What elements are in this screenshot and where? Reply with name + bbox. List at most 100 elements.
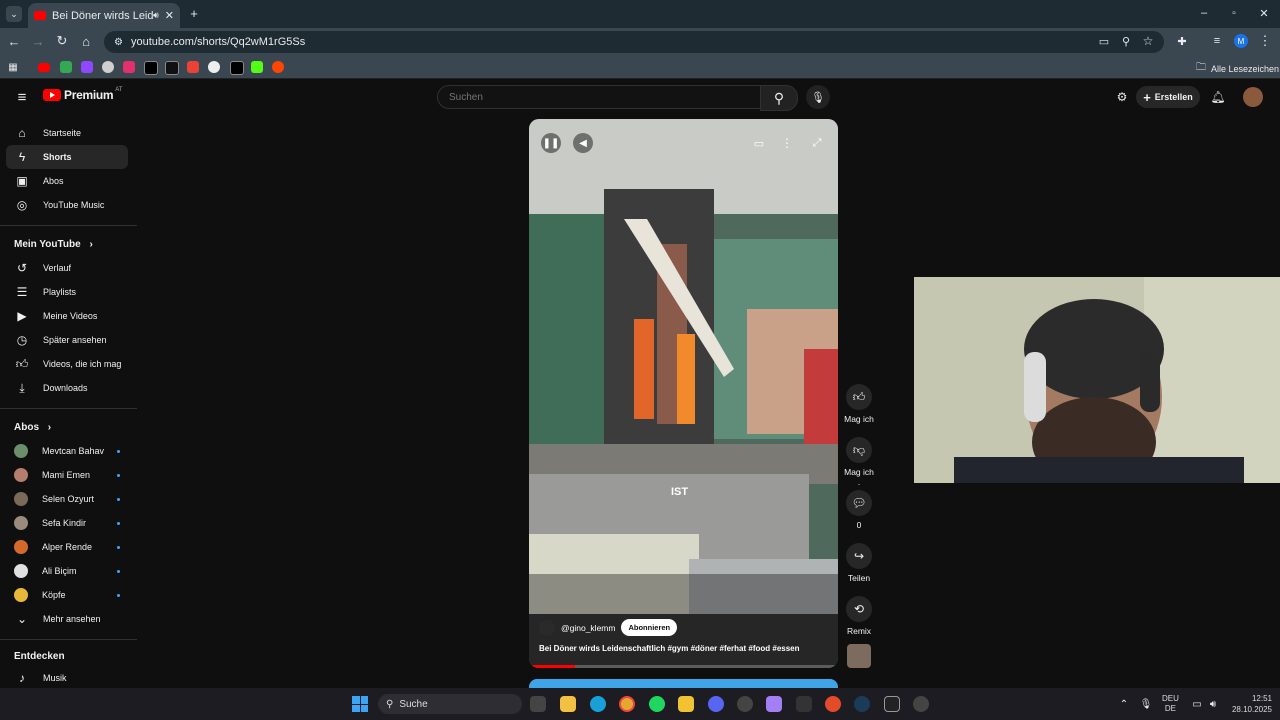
taskbar-search[interactable]: ⚲ Suche [378,694,522,714]
account-avatar[interactable] [1243,87,1263,107]
share-action[interactable]: ↪ Teilen [843,543,875,583]
bookmark-instagram-icon[interactable] [123,61,135,73]
edge-icon[interactable] [590,696,606,712]
bookmark-youtube-icon[interactable] [38,63,50,72]
subscription-item[interactable]: Alper Rende [6,535,128,559]
sidebar-item-playlists[interactable]: ☰ Playlists [6,280,128,304]
zoom-icon[interactable]: ⚲ [1119,34,1133,48]
media-controls-icon[interactable]: ≡ [1210,34,1224,48]
more-options-icon[interactable]: ⋮ [777,133,797,153]
minimize-button[interactable]: – [1196,5,1212,21]
thumb-up-icon[interactable]: 👍︎ [846,384,872,410]
volume-tray-icon[interactable]: 🔊︎ [1206,697,1220,711]
new-tab-button[interactable]: + [186,5,202,21]
comment-icon[interactable]: 💬︎ [846,490,872,516]
search-button[interactable]: ⚲ [760,85,798,111]
forward-icon[interactable]: → [30,33,46,49]
notifications-bell-icon[interactable]: 🔔︎ [1210,89,1226,105]
sidebar-item-shorts[interactable]: ϟ Shorts [6,145,128,169]
comments-action[interactable]: 💬︎ 0 [843,490,875,530]
hamburger-menu-icon[interactable]: ≡ [14,89,30,106]
input-language[interactable]: DEU DE [1162,694,1179,714]
sidebar-item-verlauf[interactable]: ↺ Verlauf [6,256,128,280]
tab-search-icon[interactable]: ⌄ [6,6,22,22]
fullscreen-icon[interactable]: ⤢ [807,133,827,153]
epic-games-icon[interactable] [884,696,900,712]
bookmark-slash-icon[interactable] [165,61,179,75]
channel-handle[interactable]: @gino_klemm [561,623,615,633]
chrome-icon[interactable] [619,696,635,712]
bookmark-reddit-icon[interactable] [272,61,284,73]
discord-icon[interactable] [708,696,724,712]
mein-youtube-heading[interactable]: Mein YouTube › [14,239,93,250]
next-short-preview[interactable] [529,679,838,688]
task-view-icon[interactable] [530,696,546,712]
start-button[interactable] [352,696,368,712]
all-bookmarks[interactable]: 🗀 Alle Lesezeichen [1196,60,1279,77]
youtube-logo[interactable]: Premium AT [43,87,123,102]
bookmark-x-icon[interactable] [144,61,158,75]
remix-icon[interactable]: ⟲ [846,596,872,622]
search-box[interactable] [437,85,761,109]
file-explorer-icon[interactable] [560,696,576,712]
microphone-icon[interactable]: 🎙︎ [1139,697,1153,711]
share-icon[interactable]: ↪ [846,543,872,569]
bookmark-game-icon[interactable] [102,61,114,73]
close-window-button[interactable]: ✕ [1256,5,1272,21]
steam-icon[interactable] [854,696,870,712]
subscription-item[interactable]: Mami Emen [6,463,128,487]
remix-action[interactable]: ⟲ Remix [843,596,875,636]
extensions-icon[interactable]: ✚ [1175,34,1189,48]
address-bar[interactable]: ⚙ youtube.com/shorts/Qq2wM1rG5Ss [104,31,1164,53]
spotify-icon[interactable] [649,696,665,712]
sidebar-item-meine-videos[interactable]: ▶ Meine Videos [6,304,128,328]
abos-heading[interactable]: Abos › [14,422,51,433]
back-icon[interactable]: ← [6,33,22,49]
bookmark-gmail-icon[interactable] [187,61,199,73]
tab-close-icon[interactable]: ✕ [165,9,174,22]
cast-icon[interactable]: ▭ [1097,34,1111,48]
bookmark-twitch-icon[interactable] [81,61,93,73]
subscription-item[interactable]: Ali Biçim [6,559,128,583]
bookmark-tiktok-icon[interactable] [230,61,244,75]
network-icon[interactable]: ▭ [1190,697,1204,711]
sidebar-item-liked-videos[interactable]: 👍︎ Videos, die ich mag [6,352,128,376]
dislike-action[interactable]: 👎︎ Mag ich . [843,437,875,487]
show-more-button[interactable]: ⌄ Mehr ansehen [6,607,128,631]
subscription-item[interactable]: Sefa Kindir [6,511,128,535]
subscribe-button[interactable]: Abonnieren [621,619,678,636]
subscription-item[interactable]: Köpfe [6,583,128,607]
cast-gear-icon[interactable]: ⚙ [1114,89,1130,105]
sidebar-item-musik[interactable]: ♪ Musik [6,666,128,690]
bookmark-chart-icon[interactable] [60,61,72,73]
bookmark-github-icon[interactable] [208,61,220,73]
tray-chevron-icon[interactable]: ⌃ [1117,697,1131,711]
subscription-item[interactable]: Mevtcan Bahav [6,439,128,463]
video-caption[interactable]: Bei Döner wirds Leidenschaftlich #gym #d… [539,644,834,653]
restore-button[interactable]: ▫ [1226,5,1242,21]
thumb-down-icon[interactable]: 👎︎ [846,437,872,463]
create-button[interactable]: + Erstellen [1136,86,1200,108]
sidebar-item-spaeter-ansehen[interactable]: ◷ Später ansehen [6,328,128,352]
shield-app-icon[interactable] [796,696,812,712]
sidebar-item-downloads[interactable]: ⤓ Downloads [6,376,128,400]
overwolf-icon[interactable] [913,696,929,712]
apps-grid-icon[interactable]: ▦ [6,60,20,74]
volume-icon[interactable]: ◀ [573,133,593,153]
subscription-item[interactable]: Selen Ozyurt [6,487,128,511]
ea-icon[interactable] [825,696,841,712]
browser-tab[interactable]: Bei Döner wirds Leidenscha 🔊︎ ✕ [28,3,180,28]
short-video-player[interactable]: IST ❚❚ ◀ ▭ ⋮ ⤢ @gino_klemm Abonnieren Be… [529,119,838,668]
search-input[interactable] [447,90,731,104]
home-button-icon[interactable]: ⌂ [78,33,94,49]
clock[interactable]: 12:51 28.10.2025 [1226,693,1272,715]
site-info-icon[interactable]: ⚙ [114,37,123,48]
reload-icon[interactable]: ↻ [54,33,70,49]
sidebar-item-abos[interactable]: ▣ Abos [6,169,128,193]
channel-avatar[interactable] [539,619,555,636]
sound-thumbnail[interactable] [847,644,871,668]
bookmark-star-icon[interactable]: ☆ [1141,34,1155,48]
pause-icon[interactable]: ❚❚ [541,133,561,153]
video-progress-bar[interactable] [529,665,838,668]
sidebar-item-startseite[interactable]: ⌂ Startseite [6,121,128,145]
